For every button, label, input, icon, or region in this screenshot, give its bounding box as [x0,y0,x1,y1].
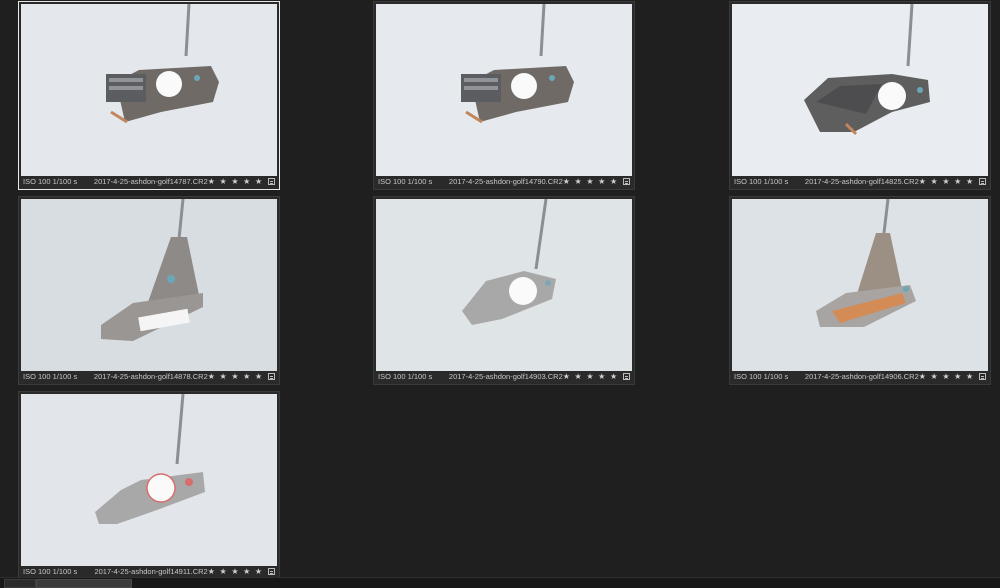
thumbnail-meta: ISO 100 1/100 s 2017-4-25-ashdon-golf148… [21,370,277,383]
options-icon[interactable] [979,178,986,185]
exif-info: ISO 100 1/100 s [378,177,433,186]
thumbnail-grid: ISO 100 1/100 s 2017-4-25-ashdon-golf147… [0,0,1000,588]
file-name: 2017-4-25-ashdon-golf14825.CR2 [804,177,919,186]
star-rating[interactable]: ★ ★ ★ ★ ★ [919,177,975,186]
options-icon[interactable] [268,568,275,575]
star-rating[interactable]: ★ ★ ★ ★ ★ [208,372,264,381]
options-icon[interactable] [623,178,630,185]
thumbnail-meta: ISO 100 1/100 s 2017-4-25-ashdon-golf147… [21,175,277,188]
thumbnail-meta: ISO 100 1/100 s 2017-4-25-ashdon-golf148… [732,175,988,188]
thumbnail-card[interactable]: ISO 100 1/100 s 2017-4-25-ashdon-golf148… [729,1,991,190]
options-icon[interactable] [268,373,275,380]
thumbnail-card[interactable]: ISO 100 1/100 s 2017-4-25-ashdon-golf149… [373,196,635,385]
exif-info: ISO 100 1/100 s [734,177,789,186]
putter-photo[interactable] [376,199,632,371]
thumbnail-meta: ISO 100 1/100 s 2017-4-25-ashdon-golf149… [376,370,632,383]
thumbnail-card[interactable]: ISO 100 1/100 s 2017-4-25-ashdon-golf147… [373,1,635,190]
star-rating[interactable]: ★ ★ ★ ★ ★ [208,567,264,576]
file-name: 2017-4-25-ashdon-golf14878.CR2 [93,372,208,381]
horizontal-scrollbar[interactable] [0,577,1000,588]
options-icon[interactable] [979,373,986,380]
star-rating[interactable]: ★ ★ ★ ★ ★ [208,177,264,186]
thumbnail-card[interactable]: ISO 100 1/100 s 2017-4-25-ashdon-golf149… [18,391,280,580]
putter-photo[interactable] [732,199,988,371]
putter-photo[interactable] [21,394,277,566]
thumbnail-card[interactable]: ISO 100 1/100 s 2017-4-25-ashdon-golf148… [18,196,280,385]
putter-photo[interactable] [376,4,632,176]
star-rating[interactable]: ★ ★ ★ ★ ★ [919,372,975,381]
file-name: 2017-4-25-ashdon-golf14790.CR2 [448,177,563,186]
file-name: 2017-4-25-ashdon-golf14911.CR2 [94,567,208,576]
putter-photo[interactable] [21,199,277,371]
exif-info: ISO 100 1/100 s [734,372,789,381]
scrollbar-left-segment[interactable] [4,579,36,588]
star-rating[interactable]: ★ ★ ★ ★ ★ [563,372,619,381]
thumbnail-meta: ISO 100 1/100 s 2017-4-25-ashdon-golf147… [376,175,632,188]
exif-info: ISO 100 1/100 s [378,372,433,381]
options-icon[interactable] [623,373,630,380]
file-name: 2017-4-25-ashdon-golf14906.CR2 [804,372,919,381]
thumbnail-card[interactable]: ISO 100 1/100 s 2017-4-25-ashdon-golf149… [729,196,991,385]
exif-info: ISO 100 1/100 s [23,567,78,576]
putter-photo[interactable] [21,4,277,176]
scrollbar-thumb[interactable] [36,579,132,588]
star-rating[interactable]: ★ ★ ★ ★ ★ [563,177,619,186]
file-name: 2017-4-25-ashdon-golf14903.CR2 [448,372,563,381]
options-icon[interactable] [268,178,275,185]
exif-info: ISO 100 1/100 s [23,372,78,381]
putter-photo[interactable] [732,4,988,176]
exif-info: ISO 100 1/100 s [23,177,78,186]
file-name: 2017-4-25-ashdon-golf14787.CR2 [93,177,208,186]
thumbnail-meta: ISO 100 1/100 s 2017-4-25-ashdon-golf149… [732,370,988,383]
thumbnail-card[interactable]: ISO 100 1/100 s 2017-4-25-ashdon-golf147… [18,1,280,190]
